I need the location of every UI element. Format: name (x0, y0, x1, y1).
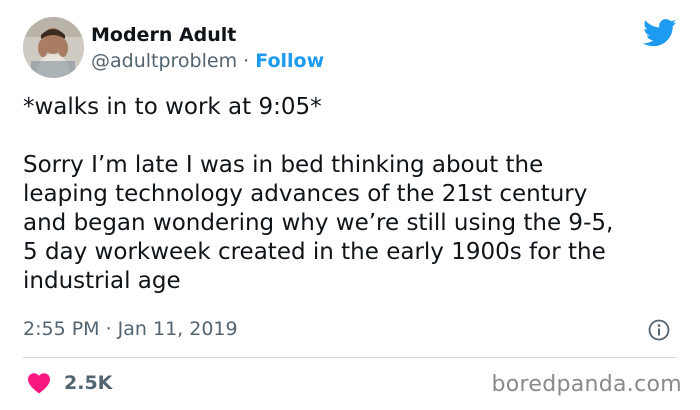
avatar[interactable] (23, 17, 84, 78)
follow-button[interactable]: Follow (255, 50, 324, 72)
twitter-bird-icon[interactable] (643, 19, 677, 47)
like-count[interactable]: 2.5K (64, 370, 112, 396)
separator: · (243, 50, 250, 72)
tweet-text: *walks in to work at 9:05* Sorry I’m lat… (23, 94, 614, 294)
author-handle[interactable]: @adultproblem (91, 50, 237, 72)
watermark: boredpanda.com (491, 372, 682, 397)
author-name[interactable]: Modern Adult (91, 22, 236, 48)
tweet-timestamp[interactable]: 2:55 PM · Jan 11, 2019 (23, 315, 238, 343)
author-handle-row: @adultproblem · Follow (91, 48, 324, 74)
avatar-photo (23, 17, 84, 78)
heart-icon[interactable] (27, 372, 51, 394)
info-icon[interactable] (648, 319, 670, 341)
divider (23, 357, 677, 358)
